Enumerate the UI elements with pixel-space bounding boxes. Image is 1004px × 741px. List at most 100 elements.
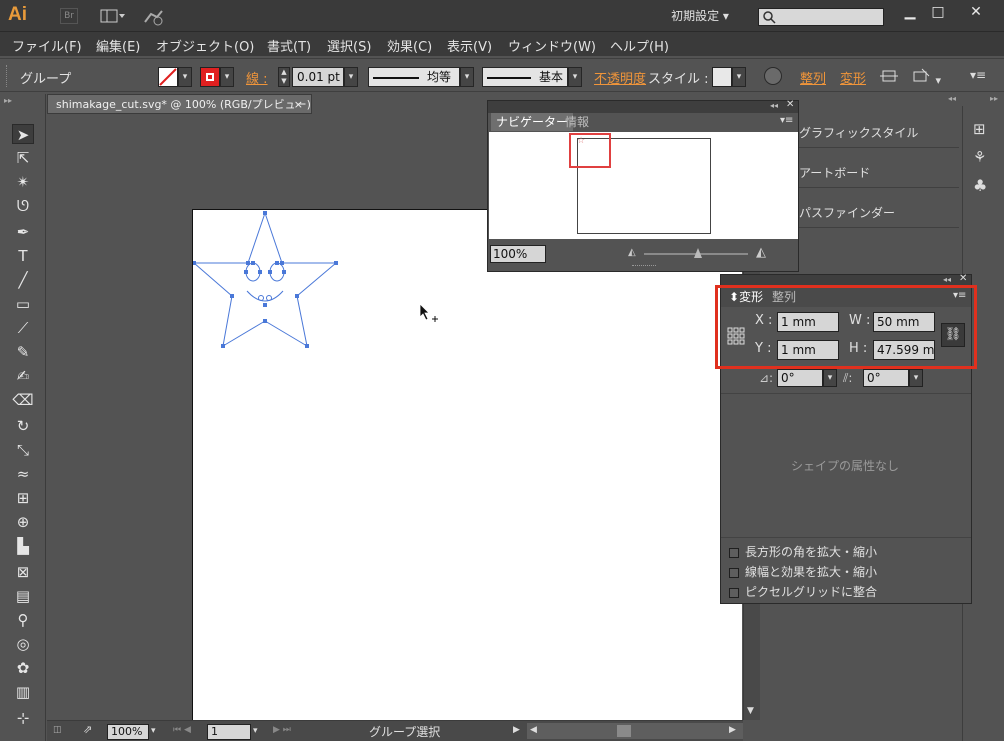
isolate-group-button[interactable] xyxy=(880,68,898,84)
minimize-button[interactable]: ▁ xyxy=(896,2,924,22)
stroke-weight-dropdown[interactable]: ▾ xyxy=(344,67,358,87)
transform-link[interactable]: 変形 xyxy=(840,68,866,87)
scale-strokes-option[interactable]: 線幅と効果を拡大・縮小 xyxy=(729,563,877,579)
control-panel-menu-icon[interactable]: ▾≡ xyxy=(970,68,990,84)
artboard-tool-icon[interactable]: ⊹ xyxy=(12,708,34,728)
zoom-dropdown-icon[interactable]: ▾ xyxy=(151,726,156,736)
menu-file[interactable]: ファイル(F) xyxy=(12,36,82,55)
free-transform-tool-icon[interactable]: ⊞ xyxy=(12,488,34,508)
horizontal-scroll-thumb[interactable] xyxy=(617,725,631,737)
stroke-weight-input[interactable]: 0.01 pt xyxy=(292,67,344,87)
stroke-swatch[interactable] xyxy=(200,67,220,87)
close-document-icon[interactable]: × xyxy=(294,95,303,115)
align-pixel-grid-option[interactable]: ピクセルグリッドに整合 xyxy=(729,583,877,599)
navigator-preview[interactable]: ☆ xyxy=(489,132,798,239)
stroke-dropdown[interactable]: ▾ xyxy=(220,67,234,87)
navigator-menu-icon[interactable]: ▾≡ xyxy=(780,115,793,126)
zoom-out-icon[interactable]: ◭ xyxy=(628,247,636,258)
pencil-tool-icon[interactable]: ✎ xyxy=(12,342,34,362)
tools-collapse-icon[interactable]: ▸▸ xyxy=(4,96,12,105)
align-pixel-grid-checkbox[interactable] xyxy=(729,587,739,598)
graphic-style-swatch[interactable] xyxy=(712,67,732,87)
artboard[interactable] xyxy=(192,209,742,729)
blend-tool-icon[interactable]: ◎ xyxy=(12,634,34,654)
stroke-weight-stepper[interactable]: ▲ ▼ xyxy=(278,67,290,87)
dock-expand-icon[interactable]: ▸▸ xyxy=(990,94,998,103)
transform-close-icon[interactable]: ✕ xyxy=(959,273,967,284)
gpu-performance-button[interactable] xyxy=(142,8,166,26)
shear-dropdown[interactable]: ▾ xyxy=(909,369,923,387)
mesh-tool-icon[interactable]: ⊠ xyxy=(12,562,34,582)
rotate-input[interactable]: 0° xyxy=(777,369,823,387)
type-tool-icon[interactable]: T xyxy=(12,246,34,266)
scale-strokes-checkbox[interactable] xyxy=(729,567,739,578)
fill-swatch[interactable] xyxy=(158,67,178,87)
fill-dropdown[interactable]: ▾ xyxy=(178,67,192,87)
workspace-switcher[interactable]: 初期設定 ▾ xyxy=(660,6,740,28)
navigator-zoom-slider[interactable] xyxy=(644,248,748,258)
brush-dropdown[interactable]: ▾ xyxy=(568,67,582,87)
line-tool-icon[interactable]: ╱ xyxy=(12,270,34,290)
recolor-artwork-icon[interactable] xyxy=(764,67,782,85)
navigator-title-bar[interactable]: ◂◂ ✕ xyxy=(488,99,798,113)
navigator-view-rectangle[interactable] xyxy=(569,133,611,168)
zoom-level-input[interactable]: 100% xyxy=(107,724,149,740)
width-tool-icon[interactable]: ≈ xyxy=(12,464,34,484)
arrange-documents-button[interactable] xyxy=(100,8,126,24)
magic-wand-tool-icon[interactable]: ✴ xyxy=(12,172,34,192)
eraser-tool-icon[interactable]: ⌫ xyxy=(12,390,34,410)
star-character-group[interactable] xyxy=(192,211,338,348)
artboard-number-input[interactable]: 1 xyxy=(207,724,251,740)
navigator-collapse-icon[interactable]: ◂◂ xyxy=(770,101,778,110)
shape-builder-tool-icon[interactable]: ⊕ xyxy=(12,512,34,532)
direct-selection-tool-icon[interactable]: ⇱ xyxy=(12,148,34,168)
artboard-dropdown-icon[interactable]: ▾ xyxy=(253,726,258,736)
tool-status-text[interactable]: グループ選択 xyxy=(369,723,440,740)
gradient-tool-icon[interactable]: ▤ xyxy=(12,586,34,606)
grid-panel-icon[interactable]: ⊞ xyxy=(973,120,986,138)
graphic-styles-panel[interactable]: グラフィックスタイル xyxy=(795,110,959,148)
maximize-button[interactable]: □ xyxy=(924,2,952,22)
menu-type[interactable]: 書式(T) xyxy=(267,36,311,55)
symbols-panel-icon[interactable]: ♣ xyxy=(973,176,987,195)
zoom-in-icon[interactable]: ◭ xyxy=(756,245,766,260)
selection-tool-icon[interactable]: ➤ xyxy=(12,124,34,144)
pathfinder-panel[interactable]: パスファインダー xyxy=(795,190,959,228)
status-menu-arrow-icon[interactable]: ▶ xyxy=(513,725,520,735)
stroke-label[interactable]: 線 : xyxy=(246,68,268,87)
artwork-canvas[interactable] xyxy=(192,210,743,730)
scroll-left-arrow-icon[interactable]: ◀ xyxy=(530,725,537,735)
scale-corners-checkbox[interactable] xyxy=(729,547,739,558)
scale-corners-option[interactable]: 長方形の角を拡大・縮小 xyxy=(729,543,877,559)
menu-view[interactable]: 表示(V) xyxy=(447,36,492,55)
pen-tool-icon[interactable]: ✒ xyxy=(12,222,34,242)
column-graph-tool-icon[interactable]: ▥ xyxy=(12,682,34,702)
tab-info[interactable]: 情報 xyxy=(560,113,594,131)
align-link[interactable]: 整列 xyxy=(800,68,826,87)
menu-help[interactable]: ヘルプ(H) xyxy=(610,36,669,55)
navigator-close-icon[interactable]: ✕ xyxy=(786,99,794,110)
menu-object[interactable]: オブジェクト(O) xyxy=(156,36,254,55)
profile-dropdown[interactable]: ▾ xyxy=(460,67,474,87)
scroll-down-arrow-icon[interactable]: ▼ xyxy=(747,706,754,716)
navigator-resize-grip[interactable] xyxy=(632,265,656,268)
scale-tool-icon[interactable]: ⤡ xyxy=(12,440,34,460)
share-icon[interactable]: ⇗ xyxy=(83,723,97,737)
menu-effect[interactable]: 効果(C) xyxy=(387,36,432,55)
graphic-style-dropdown[interactable]: ▾ xyxy=(732,67,746,87)
brushes-panel-icon[interactable]: ⚘ xyxy=(973,148,986,166)
transform-again-button[interactable]: ▾ xyxy=(912,68,944,87)
first-artboard-icon[interactable]: ⏮ ◀ xyxy=(173,725,191,735)
rectangle-tool-icon[interactable]: ▭ xyxy=(12,294,34,314)
help-search-input[interactable] xyxy=(758,8,884,26)
artboards-panel[interactable]: アートボード xyxy=(795,150,959,188)
document-tab[interactable]: shimakage_cut.svg* @ 100% (RGB/プレビュー) × xyxy=(47,94,312,114)
last-artboard-icon[interactable]: ▶ ⏭ xyxy=(273,725,291,735)
blob-brush-tool-icon[interactable]: ✍ xyxy=(12,366,34,386)
shear-input[interactable]: 0° xyxy=(863,369,909,387)
menu-select[interactable]: 選択(S) xyxy=(327,36,371,55)
close-window-button[interactable]: ✕ xyxy=(962,2,990,22)
transform-collapse-icon[interactable]: ◂◂ xyxy=(943,275,951,284)
lasso-tool-icon[interactable]: ᘎ xyxy=(12,196,34,216)
bridge-button[interactable]: Br xyxy=(60,8,78,24)
